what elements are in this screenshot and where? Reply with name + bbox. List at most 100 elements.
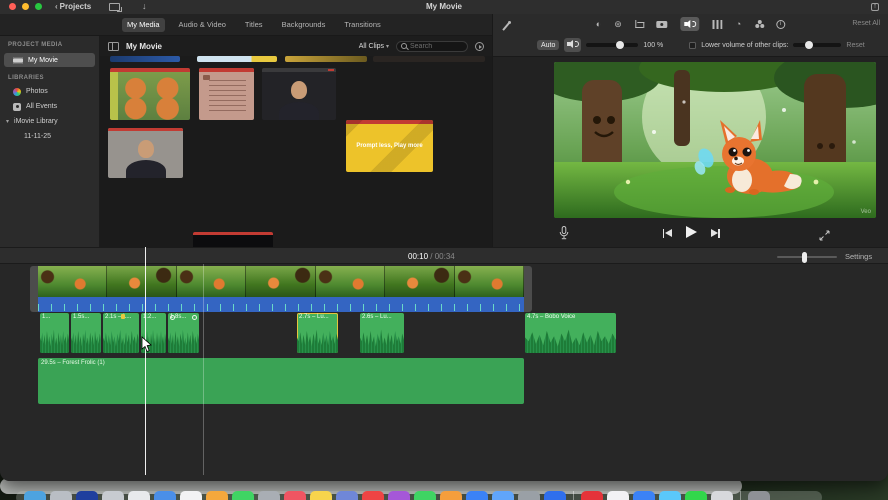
tab-titles[interactable]: Titles (240, 18, 268, 32)
thumbnail-partial-4[interactable] (373, 56, 485, 62)
thumbnail-partial-2[interactable] (197, 56, 277, 62)
dock-app-icon-15[interactable] (414, 491, 436, 500)
dock-app-icon-19[interactable] (518, 491, 540, 500)
tab-transitions[interactable]: Transitions (339, 18, 385, 32)
dock-app-icon-20[interactable] (544, 491, 566, 500)
all-events-icon (13, 102, 21, 111)
desktop: ‹ Projects ↓ My Movie ↑ My Media Audio & … (0, 0, 888, 500)
tab-my-media[interactable]: My Media (122, 17, 165, 32)
voiceover-mic-icon[interactable] (559, 226, 569, 240)
dock-app-icon-12[interactable] (336, 491, 358, 500)
timeline-settings-button[interactable]: Settings (845, 252, 872, 261)
stabilization-icon[interactable] (656, 17, 668, 31)
lower-volume-slider[interactable] (793, 40, 842, 49)
fullscreen-icon[interactable] (819, 228, 830, 241)
dock-app-icon-7[interactable] (206, 491, 228, 500)
clip-filter-dropdown[interactable]: All Clips ▾ (359, 43, 389, 50)
sidebar-item-library-date[interactable]: 11-11-25 (0, 129, 99, 144)
tab-audio-video[interactable]: Audio & Video (174, 18, 231, 32)
sidebar-item-my-movie[interactable]: My Movie (4, 53, 95, 67)
audio-clip-selected[interactable]: 2.7s – Lu... (297, 313, 338, 353)
thumbnail-yellow-slide[interactable]: Prompt less, Play more (346, 120, 433, 172)
dock-app-icon-9[interactable] (258, 491, 280, 500)
reset-all-button[interactable]: Reset All (852, 20, 880, 27)
dock-app-icon-6[interactable] (180, 491, 202, 500)
volume-icon[interactable] (680, 17, 700, 31)
dock-app-icon-16[interactable] (440, 491, 462, 500)
thumbnail-partial-1[interactable] (110, 56, 180, 62)
audio-clip-3[interactable]: 2.1s – L... (103, 313, 139, 353)
dock-app-icon-1[interactable] (50, 491, 72, 500)
dock-app-icon-27[interactable] (711, 491, 733, 500)
crop-icon[interactable] (635, 17, 645, 31)
sidebar-item-all-events[interactable]: All Events (0, 99, 99, 114)
playhead[interactable] (145, 247, 146, 475)
video-clip-filmstrip[interactable] (38, 266, 524, 297)
dock-app-icon-5[interactable] (154, 491, 176, 500)
lower-volume-checkbox[interactable] (689, 41, 697, 49)
dock-app-icon-11[interactable] (310, 491, 332, 500)
next-frame-button[interactable] (710, 228, 720, 238)
enhance-wand-icon[interactable] (501, 21, 511, 31)
dock-app-icon-22[interactable] (581, 491, 603, 500)
dock-app-icon-14[interactable] (388, 491, 410, 500)
mute-button[interactable] (564, 38, 582, 52)
info-icon[interactable]: i (776, 17, 786, 31)
timeline[interactable]: 1... 1.5s... 2.1s – L... 1.2... 1.8s... … (0, 247, 888, 481)
video-audio-waveform[interactable] (38, 297, 524, 312)
sidebar-toggle-icon[interactable] (108, 41, 119, 51)
thumbnail-fox-grid[interactable] (110, 68, 190, 120)
background-music-clip[interactable]: 29.5s – Forest Frolic (1) (38, 358, 524, 404)
search-field[interactable] (396, 40, 468, 52)
audio-clip-7[interactable]: 2.6s – Lu... (360, 313, 404, 353)
dock-app-icon-2[interactable] (76, 491, 98, 500)
dock-app-icon-23[interactable] (607, 491, 629, 500)
thumbnail-webcam-light[interactable] (108, 128, 183, 178)
effects-icon[interactable] (754, 17, 763, 31)
audio-clip-5[interactable]: 1.8s... (168, 313, 199, 353)
thumbnail-document[interactable] (199, 68, 254, 120)
search-input[interactable] (410, 42, 463, 50)
playback-history-icon[interactable] (475, 41, 484, 51)
audio-clip-2[interactable]: 1.5s... (71, 313, 101, 353)
color-correction-icon[interactable]: ⊛ (614, 17, 622, 31)
thumbnail-webcam-dark[interactable] (262, 68, 336, 120)
fade-handle-icon[interactable] (170, 315, 175, 320)
play-button[interactable] (685, 226, 697, 238)
dock-app-icon-25[interactable] (659, 491, 681, 500)
reset-button[interactable]: Reset (846, 42, 864, 49)
speed-icon[interactable]: ◔ (736, 17, 741, 31)
dock-app-icon-17[interactable] (466, 491, 488, 500)
dock-app-icon-29[interactable] (748, 491, 770, 500)
thumbnail-terminal[interactable] (193, 232, 273, 247)
dock-app-icon-10[interactable] (284, 491, 306, 500)
thumbnail-partial-3[interactable] (285, 56, 367, 62)
previous-frame-button[interactable] (662, 228, 672, 238)
dock-app-icon-18[interactable] (492, 491, 514, 500)
dock-app-icon-8[interactable] (232, 491, 254, 500)
tab-backgrounds[interactable]: Backgrounds (277, 18, 331, 32)
noise-reduction-icon[interactable] (712, 17, 723, 31)
clip-trim-handle-right[interactable] (524, 266, 532, 312)
fade-handle-icon[interactable] (192, 315, 197, 320)
dock-app-icon-13[interactable] (362, 491, 384, 500)
adjustment-icons: ◐ ⊛ ◔ i (596, 17, 786, 31)
clip-trim-handle-left[interactable] (30, 266, 38, 312)
share-icon[interactable]: ↑ (871, 2, 879, 11)
dock-app-icon-24[interactable] (633, 491, 655, 500)
auto-volume-button[interactable]: Auto (537, 40, 560, 50)
audio-clip-bobo-voice[interactable]: 4.7s – Bobo Voice (525, 313, 616, 353)
color-balance-icon[interactable]: ◐ (596, 17, 601, 31)
mouse-cursor (141, 336, 153, 359)
timeline-zoom-slider[interactable] (777, 256, 837, 258)
sidebar-item-imovie-library[interactable]: ▾ iMovie Library (0, 114, 99, 129)
dock-app-icon-26[interactable] (685, 491, 707, 500)
dock-app-icon-4[interactable] (128, 491, 150, 500)
volume-slider[interactable] (586, 40, 639, 49)
dock-app-icon-0[interactable] (24, 491, 46, 500)
dock-app-icon-3[interactable] (102, 491, 124, 500)
audio-clip-1[interactable]: 1... (40, 313, 69, 353)
disclosure-caret-icon[interactable]: ▾ (6, 118, 9, 125)
timeline-zoom-knob[interactable] (802, 251, 807, 263)
sidebar-item-photos[interactable]: Photos (0, 84, 99, 99)
